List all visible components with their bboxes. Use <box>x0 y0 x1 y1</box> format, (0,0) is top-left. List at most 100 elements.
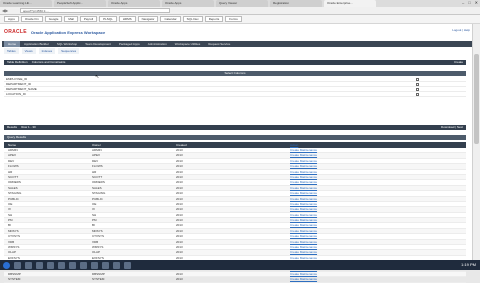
bookmark-item[interactable]: Mail <box>64 16 78 22</box>
browser-tab[interactable]: Oracle Apps <box>108 0 160 7</box>
table-cell: APEX <box>8 153 17 158</box>
row-action-link[interactable]: Create Maintenance <box>286 272 466 276</box>
row-action-link[interactable]: Create Maintenance <box>286 191 466 195</box>
menu-item[interactable]: Application Builder <box>20 41 53 47</box>
chrome-icon[interactable] <box>47 261 54 269</box>
bookmark-item[interactable]: Forms <box>225 16 242 22</box>
bookmark-item[interactable]: Calendar <box>160 16 181 22</box>
table-cell: 2013 <box>176 223 183 228</box>
checkbox-label: EMPLOYEE_ID <box>6 77 28 81</box>
terminal-icon[interactable] <box>113 261 120 269</box>
table-cell: OLAP <box>8 250 17 255</box>
row-action-link[interactable]: Create Maintenance <box>286 175 466 179</box>
submenu-item[interactable]: Sequences <box>58 48 80 54</box>
row-action-link[interactable]: Create Maintenance <box>286 159 466 163</box>
submenu-item[interactable]: Tables <box>4 48 19 54</box>
sqldeveloper-icon[interactable] <box>91 261 98 269</box>
browser-tab[interactable]: Oracle Learning Lib... <box>0 0 52 7</box>
table-cell: 2013 <box>176 239 183 244</box>
table-cell: SCOTT <box>92 174 103 179</box>
row-action-link[interactable]: Create Maintenance <box>286 153 466 157</box>
outlook-icon[interactable] <box>80 261 87 269</box>
bookmark-item[interactable]: Reports <box>204 16 224 22</box>
taskbar-clock: 1:19 PM <box>461 262 476 267</box>
table-cell: 2013 <box>176 245 183 250</box>
checkbox[interactable] <box>416 78 419 81</box>
word-icon[interactable] <box>69 261 76 269</box>
maximize-icon[interactable]: □ <box>468 0 470 7</box>
table-cell: 2013 <box>176 218 183 223</box>
table-cell: OLAP <box>92 250 101 255</box>
table-cell: DEV <box>92 158 99 163</box>
browser-tab[interactable]: Oracle Apps <box>162 0 214 7</box>
bookmark-item[interactable]: Apps <box>4 16 19 22</box>
recorder-icon[interactable] <box>124 261 131 269</box>
submenu-item[interactable]: Views <box>21 48 36 54</box>
row-action-link[interactable]: Create Maintenance <box>286 234 466 238</box>
bookmark-item[interactable]: PLSQL <box>99 16 117 22</box>
browser-tab[interactable]: Registration <box>270 0 322 7</box>
results-range: Row 1 - 30 <box>21 125 36 129</box>
menu-item[interactable]: SQL Workshop <box>53 41 81 47</box>
submenu-item[interactable]: Indexes <box>38 48 56 54</box>
browser-tab[interactable]: PeopleSoft Applic... <box>54 0 106 7</box>
checkbox-label: DEPARTMENT_NAME <box>6 87 37 91</box>
row-action-link[interactable]: Create Maintenance <box>286 202 466 206</box>
bookmark-item[interactable]: Payroll <box>79 16 98 22</box>
menu-item[interactable]: Request Service <box>204 41 234 47</box>
row-action-link[interactable]: Create Maintenance <box>286 218 466 222</box>
sub-menu: Tables Views Indexes Sequences <box>4 48 80 54</box>
table-cell: 2013 <box>176 164 183 169</box>
table-cell: SALES <box>92 185 102 190</box>
checkbox[interactable] <box>416 93 419 96</box>
row-action-link[interactable]: Create Maintenance <box>286 186 466 190</box>
user-links[interactable]: Logout | Help <box>452 28 470 32</box>
row-action-link[interactable]: Create Maintenance <box>286 245 466 249</box>
table-cell: BI <box>8 223 11 228</box>
page-scrollbar[interactable] <box>472 24 480 260</box>
browser-tab[interactable]: Query Viewer <box>216 0 268 7</box>
bookmark-item[interactable]: SQL Dev <box>182 16 203 22</box>
download-link[interactable]: Download | Next <box>441 125 463 130</box>
row-action-link[interactable]: Create Maintenance <box>286 164 466 168</box>
ie-icon[interactable] <box>14 261 21 269</box>
menu-item[interactable]: Home <box>4 41 21 47</box>
bookmark-item[interactable]: Oracle Fin <box>20 16 43 22</box>
menu-item[interactable]: Administration <box>144 41 171 47</box>
table-cell: 2013 <box>176 191 183 196</box>
bookmark-item[interactable]: HRMS <box>118 16 136 22</box>
row-action-link[interactable]: Create Maintenance <box>286 180 466 184</box>
row-action-link[interactable]: Create Maintenance <box>286 250 466 254</box>
row-action-link[interactable]: Create Maintenance <box>286 197 466 201</box>
table-cell: DBSNMP <box>92 271 105 276</box>
row-action-link[interactable]: Create Maintenance <box>286 148 466 152</box>
excel-icon[interactable] <box>58 261 65 269</box>
menu-item[interactable]: Workspace Utilities <box>171 41 204 47</box>
bookmark-item[interactable]: Google <box>44 16 63 22</box>
browser-tab[interactable]: Oracle Enterprise... <box>324 0 376 7</box>
folder-icon[interactable] <box>25 261 32 269</box>
row-action-link[interactable]: Create Maintenance <box>286 170 466 174</box>
create-link[interactable]: Create <box>454 60 463 65</box>
row-action-link[interactable]: Create Maintenance <box>286 229 466 233</box>
back-forward-icon[interactable]: ◀▶ <box>2 8 8 13</box>
menu-item[interactable]: Team Development <box>81 41 115 47</box>
close-icon[interactable]: ✕ <box>475 0 478 7</box>
checkbox[interactable] <box>416 83 419 86</box>
row-action-link[interactable]: Create Maintenance <box>286 277 466 281</box>
bookmark-item[interactable]: Navigator <box>137 16 159 22</box>
checkbox[interactable] <box>416 88 419 91</box>
row-action-link[interactable]: Create Maintenance <box>286 223 466 227</box>
row-action-link[interactable]: Create Maintenance <box>286 213 466 217</box>
minimize-icon[interactable]: – <box>462 0 464 7</box>
notepad-icon[interactable] <box>102 261 109 269</box>
menu-item[interactable]: Packaged Apps <box>115 41 144 47</box>
table-cell: 2013 <box>176 207 183 212</box>
row-action-link[interactable]: Create Maintenance <box>286 240 466 244</box>
scrollbar-thumb[interactable] <box>474 54 479 144</box>
row-action-link[interactable]: Create Maintenance <box>286 207 466 211</box>
start-button[interactable] <box>3 261 10 269</box>
media-icon[interactable] <box>36 261 43 269</box>
table-cell: SH <box>92 212 97 217</box>
address-bar[interactable]: apex/f?p=4550:1:... <box>20 8 170 13</box>
